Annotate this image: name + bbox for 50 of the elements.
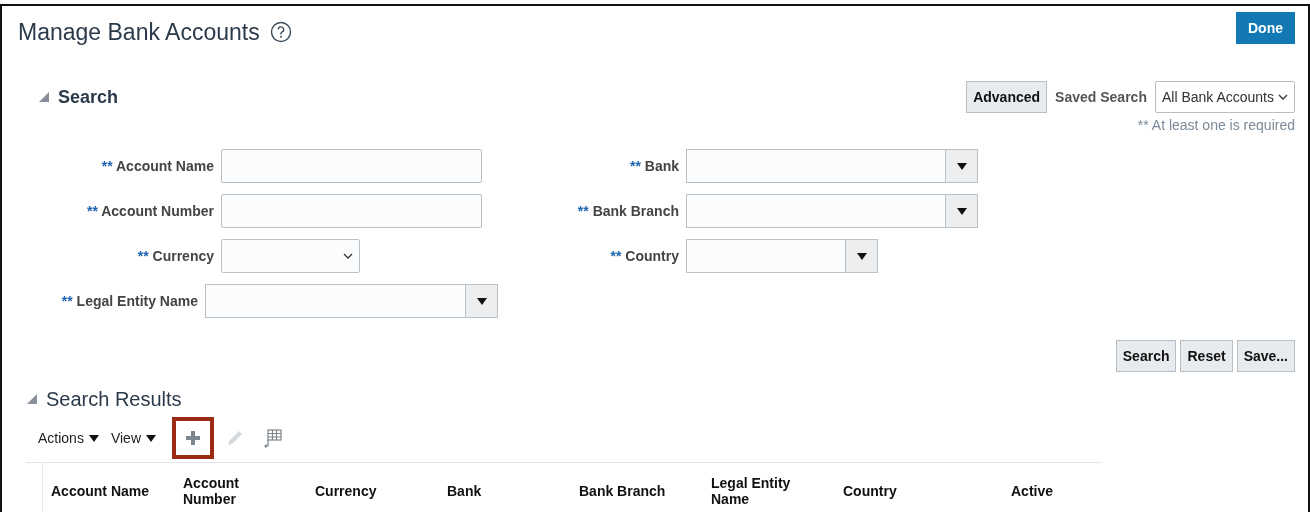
plus-icon [185, 430, 201, 446]
field-label: ** Legal Entity Name [60, 293, 198, 309]
field-label: ** Currency [136, 248, 214, 264]
done-button[interactable]: Done [1236, 12, 1295, 44]
column-header[interactable]: Account Name [51, 483, 183, 499]
menu-button[interactable]: Actions [38, 430, 99, 446]
dropdown-field[interactable] [686, 194, 978, 228]
collapse-triangle-icon[interactable] [38, 91, 50, 103]
dropdown-field[interactable] [686, 149, 978, 183]
form-button[interactable]: Search [1115, 340, 1177, 372]
form-button[interactable]: Save... [1236, 340, 1295, 372]
select-field[interactable] [221, 239, 360, 273]
caret-down-icon [956, 162, 967, 170]
menu-button[interactable]: View [110, 430, 156, 446]
required-note: ** At least one is required [1137, 117, 1295, 133]
field-label: ** Bank Branch [576, 203, 679, 219]
chevron-down-icon [343, 253, 353, 259]
caret-down-icon [476, 297, 487, 305]
column-header[interactable]: Active [1011, 483, 1101, 499]
dropdown-field[interactable] [686, 239, 878, 273]
table-arrow-icon [263, 428, 283, 448]
caret-down-icon [88, 434, 99, 442]
section-title: Search Results [46, 387, 182, 411]
field-label: ** Account Name [100, 158, 214, 174]
help-icon[interactable] [269, 21, 292, 43]
caret-down-icon [146, 434, 156, 442]
input-field[interactable] [221, 194, 482, 228]
toolbar-button[interactable] [172, 417, 214, 459]
column-header[interactable]: Currency [315, 483, 447, 499]
saved-search-label: Saved Search [1055, 89, 1147, 105]
caret-down-icon [856, 252, 867, 260]
field-label: ** Account Number [85, 203, 214, 219]
saved-search-select[interactable]: All Bank Accounts [1154, 81, 1295, 113]
column-header[interactable]: Country [843, 483, 1011, 499]
column-header[interactable]: Account Number [183, 475, 315, 507]
column-header[interactable]: Bank [447, 483, 579, 499]
pencil-icon [226, 429, 244, 447]
caret-down-icon [956, 207, 967, 215]
advanced-button[interactable]: Advanced [966, 81, 1048, 113]
column-header[interactable]: Legal Entity Name [711, 475, 843, 507]
column-header[interactable]: Bank Branch [579, 483, 711, 499]
field-label: ** Country [609, 248, 679, 264]
form-button[interactable]: Reset [1180, 340, 1233, 372]
section-title: Search [58, 86, 119, 108]
dropdown-field[interactable] [205, 284, 498, 318]
page-title: Manage Bank Accounts [18, 18, 260, 46]
input-field[interactable] [221, 149, 482, 183]
chevron-down-icon [1278, 94, 1288, 100]
collapse-triangle-icon[interactable] [26, 393, 38, 405]
field-label: ** Bank [628, 158, 679, 174]
